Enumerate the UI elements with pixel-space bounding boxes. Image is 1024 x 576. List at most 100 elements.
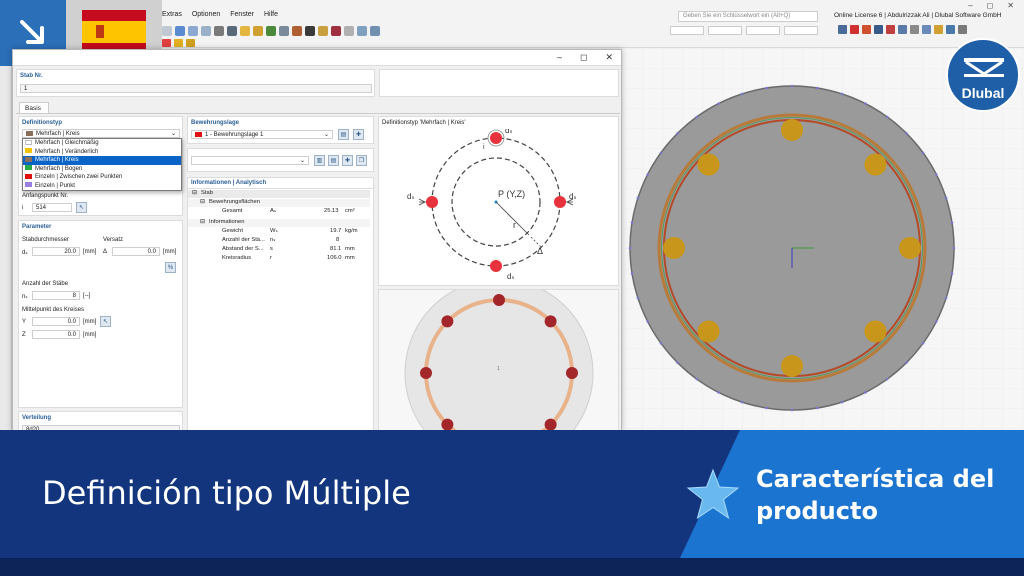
toolbar-icon[interactable] <box>188 26 198 36</box>
toolbar-icon[interactable] <box>253 26 263 36</box>
diagram-ds-label-bottom: dₛ <box>507 272 514 281</box>
close-button[interactable]: ✕ <box>1007 1 1014 10</box>
fe-node <box>765 86 768 90</box>
rebar-3d <box>899 237 921 259</box>
toolbar-icon[interactable] <box>946 25 955 34</box>
dropdown-option[interactable]: Mehrfach | Gleichmäßig <box>23 139 181 148</box>
toolbar-icon[interactable] <box>910 25 919 34</box>
rebar-3d <box>781 119 803 141</box>
secondary-select[interactable]: ⌄ <box>191 156 309 165</box>
dropdown-option[interactable]: Einzeln | Zwischen zwei Punkten <box>23 173 181 182</box>
mittelpunkt-label: Mittelpunkt des Kreises <box>22 307 85 313</box>
copy-button[interactable]: ❐ <box>356 155 367 166</box>
toolbar-icon[interactable] <box>838 25 847 34</box>
fe-node <box>816 86 819 90</box>
toolbar-icon[interactable] <box>370 26 380 36</box>
toolbar-icon[interactable] <box>958 25 967 34</box>
layer-edit-button[interactable]: ▤ <box>338 129 349 140</box>
tree-toggle-icon[interactable]: ⊟ <box>200 219 205 225</box>
menu-optionen[interactable]: Optionen <box>192 11 220 23</box>
ds-field[interactable]: 20.0 <box>32 247 80 256</box>
dialog-maximize-button[interactable]: ◻ <box>580 52 587 63</box>
toolbar-icon[interactable] <box>162 26 172 36</box>
toolbar-icon[interactable] <box>266 26 276 36</box>
rebar-dot <box>441 315 454 328</box>
anzahl-stepper[interactable]: 8 <box>32 291 80 300</box>
toolbar-icon[interactable] <box>174 39 183 47</box>
z-field[interactable]: 0.0 <box>32 330 80 339</box>
toolbar-icon[interactable] <box>357 26 367 36</box>
star-icon <box>686 468 740 520</box>
stab-number-field[interactable]: 1 <box>20 84 372 93</box>
tree-toggle-icon[interactable]: ⊟ <box>192 190 197 196</box>
menu-hilfe[interactable]: Hilfe <box>264 11 278 23</box>
dropdown-option[interactable]: Mehrfach | Bogen <box>23 165 181 174</box>
copy-icon: ❐ <box>358 158 365 164</box>
toolbar-icon[interactable] <box>305 26 315 36</box>
toolbar-icon[interactable] <box>227 26 237 36</box>
toolbar-icon[interactable] <box>850 25 859 34</box>
fe-node <box>921 341 925 345</box>
dropdown-option-selected[interactable]: Mehrfach | Kreis <box>23 156 181 165</box>
tab-basis[interactable]: Basis <box>19 102 49 113</box>
toolbar-icon[interactable] <box>922 25 931 34</box>
definitionstyp-select[interactable]: Mehrfach | Kreis ⌄ <box>22 129 180 138</box>
search-input[interactable]: Geben Sie ein Schlüsselwort ein (Alt+Q) <box>678 11 818 22</box>
anfangspunkt-symbol: i <box>22 205 24 211</box>
menu-extras[interactable]: Extras <box>162 11 182 23</box>
banner-title: Definición tipo Múltiple <box>42 474 411 512</box>
maximize-button[interactable]: ◻ <box>987 1 994 10</box>
toolbar-icon[interactable] <box>201 26 211 36</box>
toolbar-icon[interactable] <box>318 26 328 36</box>
rebar-3d <box>663 237 685 259</box>
dropdown-option[interactable]: Mehrfach | Veränderlich <box>23 148 181 157</box>
cursor-pick-icon: ↖ <box>78 205 85 211</box>
definitionstyp-dropdown[interactable]: Mehrfach | Gleichmäßig Mehrfach | Veränd… <box>22 138 182 191</box>
library-button[interactable]: ▥ <box>314 155 325 166</box>
dialog-minimize-button[interactable]: – <box>557 52 562 63</box>
toolbar-dropdown[interactable] <box>708 26 742 35</box>
toolbar-icon[interactable] <box>934 25 943 34</box>
fe-node <box>905 361 908 364</box>
definitionstyp-selected: Mehrfach | Kreis <box>36 131 80 137</box>
toolbar-icon[interactable] <box>874 25 883 34</box>
toolbar-icon[interactable] <box>344 26 354 36</box>
versatz-field[interactable]: 0.0 <box>112 247 160 256</box>
toolbar-icon[interactable] <box>331 26 341 36</box>
toolbar-icon[interactable] <box>214 26 224 36</box>
definition-diagram-panel: Definitionstyp 'Mehrfach | Kreis' dₛ i d… <box>378 116 619 286</box>
toolbar-dropdown[interactable] <box>746 26 780 35</box>
pick-point-button[interactable]: ↖ <box>100 316 111 327</box>
toolbar-icon[interactable] <box>898 25 907 34</box>
toolbar-icon[interactable] <box>886 25 895 34</box>
toolbar-icon[interactable] <box>292 26 302 36</box>
layer-new-button[interactable]: ✚ <box>353 129 364 140</box>
toolbar-dropdown[interactable] <box>670 26 704 35</box>
fe-node <box>636 296 640 300</box>
fe-node <box>816 406 819 410</box>
pick-node-button[interactable]: ↖ <box>76 202 87 213</box>
tab-divider <box>16 113 620 114</box>
info-title: Informationen | Analytisch <box>191 180 267 186</box>
toolbar-icon[interactable] <box>862 25 871 34</box>
bewehrungslage-select[interactable]: 1 - Bewehrungslage 1 ⌄ <box>191 130 333 139</box>
dialog-close-button[interactable]: ✕ <box>605 52 613 63</box>
menu-fenster[interactable]: Fenster <box>230 11 254 23</box>
table-row: Abstand der S... s 81.1 mm <box>222 246 355 252</box>
anfangspunkt-field[interactable]: 514 <box>32 203 72 212</box>
toolbar-icon[interactable] <box>162 39 171 47</box>
percent-button[interactable]: % <box>165 262 176 273</box>
toolbar-icon[interactable] <box>186 39 195 47</box>
left-navigator-strip[interactable] <box>0 66 12 436</box>
new-button[interactable]: ✚ <box>342 155 353 166</box>
edit-button[interactable]: ▤ <box>328 155 339 166</box>
toolbar-icon[interactable] <box>240 26 250 36</box>
tree-toggle-icon[interactable]: ⊟ <box>200 199 205 205</box>
toolbar-dropdown[interactable] <box>784 26 818 35</box>
y-field[interactable]: 0.0 <box>32 317 80 326</box>
toolbar-icon[interactable] <box>279 26 289 36</box>
minimize-button[interactable]: – <box>968 1 972 10</box>
toolbar-row-2 <box>162 39 195 49</box>
dropdown-option[interactable]: Einzeln | Punkt <box>23 182 181 191</box>
toolbar-icon[interactable] <box>175 26 185 36</box>
